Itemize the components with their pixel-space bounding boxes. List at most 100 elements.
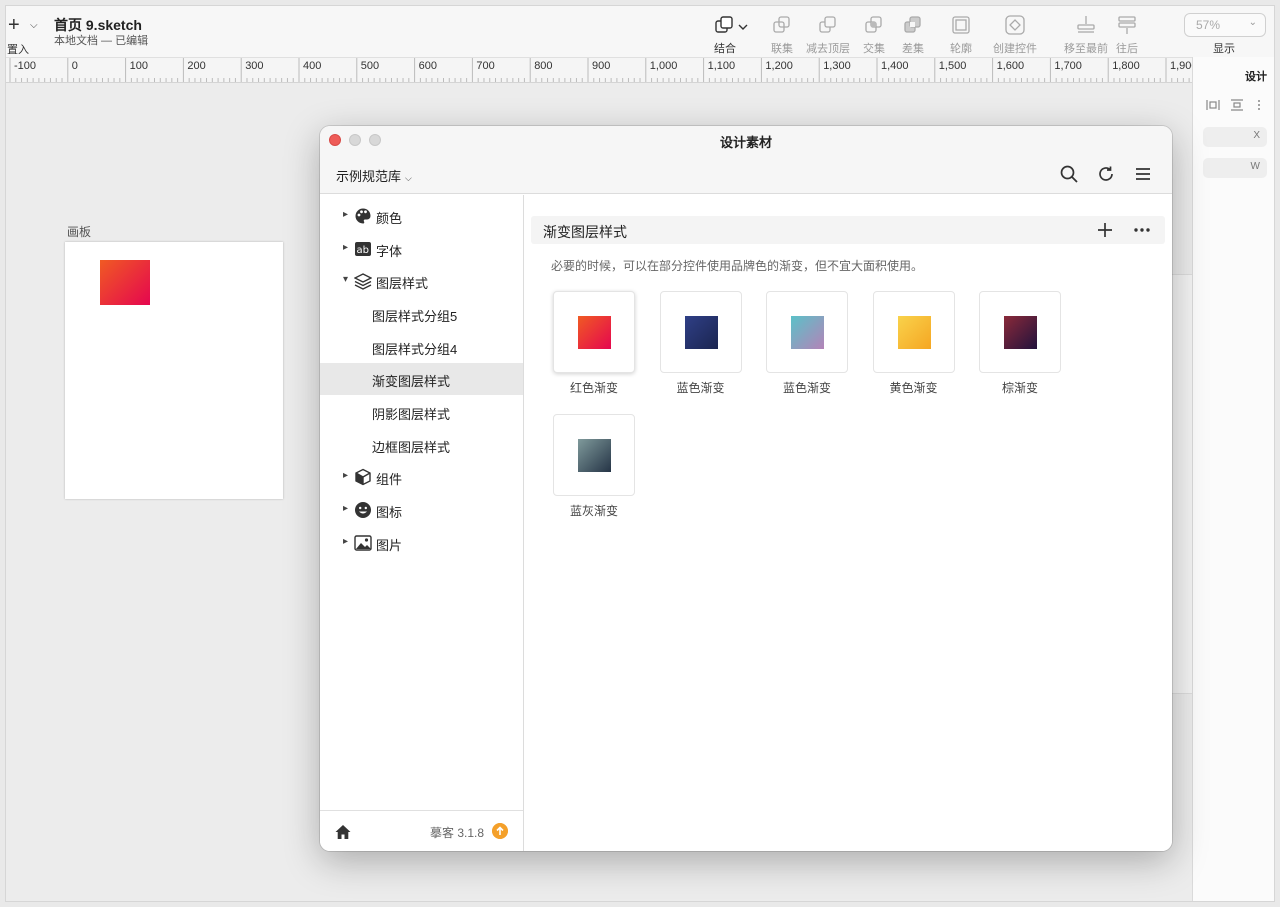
ruler-label: 300 [245, 60, 264, 72]
sidebar-item-layer-styles[interactable]: ▾ 图层样式 [320, 265, 523, 297]
sidebar-item-icons[interactable]: ▸ 图标 [320, 494, 523, 526]
sidebar-item-layer-group-4[interactable]: 图层样式分组4 [320, 331, 523, 363]
library-sidebar: ▸ 颜色 ▸ ab 字体 ▾ 图层样式 图层样式分组5 图层样式分组4 渐变图层… [320, 195, 524, 851]
swatch-label: 蓝灰渐变 [569, 504, 618, 518]
ruler-label: 500 [360, 60, 380, 72]
combine-icon [715, 16, 733, 33]
chevron-down-icon[interactable]: ▾ [343, 274, 348, 285]
swatch-thumbnail[interactable] [659, 291, 742, 373]
ruler-label: -100 [14, 60, 37, 72]
swatch-card[interactable]: 棕渐变 [979, 291, 1061, 401]
section-header: 渐变图层样式 [531, 216, 1165, 244]
refresh-icon[interactable] [1096, 164, 1116, 184]
gradient-swatch [578, 439, 611, 472]
x-field[interactable]: X [1203, 127, 1267, 147]
swatch-thumbnail[interactable] [872, 291, 955, 373]
insert-button[interactable]: + ⌵ 置入 [6, 14, 46, 56]
window-titlebar[interactable]: 设计素材 [320, 126, 1172, 154]
intersect-icon [865, 16, 882, 33]
show-label: 显示 [1213, 43, 1235, 55]
intersect-button[interactable]: 交集 [863, 14, 885, 56]
chevron-right-icon[interactable]: ▸ [343, 209, 348, 220]
bring-to-front-label: 移至最前 [1064, 43, 1108, 55]
bring-to-front-button[interactable]: 移至最前 [1064, 14, 1108, 56]
chevron-down-icon[interactable] [738, 23, 748, 31]
ruler-label: 600 [418, 60, 437, 72]
sidebar-item-label: 边框图层样式 [372, 440, 451, 455]
section-title: 渐变图层样式 [543, 224, 627, 240]
zoom-value: 57% [1196, 18, 1221, 32]
chevron-right-icon[interactable]: ▸ [343, 470, 348, 481]
swatch-card[interactable]: 红色渐变 [553, 291, 635, 401]
ruler-label: 1,700 [1054, 60, 1082, 72]
plus-icon: + [8, 14, 20, 36]
artboard-label[interactable]: 画板 [67, 223, 91, 240]
swatch-card[interactable]: 蓝灰渐变 [553, 414, 635, 524]
zoom-dropdown[interactable]: 57% ⌄ [1184, 13, 1266, 37]
w-label: W [1250, 161, 1260, 172]
ruler-label: 400 [303, 60, 322, 72]
combine-button[interactable]: 结合 [714, 14, 736, 56]
swatch-thumbnail[interactable] [553, 414, 635, 496]
add-icon[interactable] [1096, 221, 1114, 239]
smiley-icon [355, 502, 371, 518]
more-icon[interactable] [1133, 221, 1151, 239]
chevron-down-icon: ⌄ [1248, 17, 1257, 28]
main-toolbar: + ⌵ 置入 首页 9.sketch 本地文档 — 已编辑 结合 联集 减去顶层… [6, 6, 1274, 57]
outline-button[interactable]: 轮廓 [950, 14, 972, 56]
assets-content: 渐变图层样式 必要的时候，可以在部分控件使用品牌色的渐变，但不宜大面积使用。 红… [525, 195, 1172, 851]
bring-to-front-icon [1077, 16, 1095, 33]
difference-label: 差集 [902, 43, 924, 55]
chevron-right-icon[interactable]: ▸ [343, 536, 348, 547]
chevron-right-icon[interactable]: ▸ [343, 242, 348, 253]
swatch-card[interactable]: 蓝色渐变 [766, 291, 848, 401]
library-dropdown[interactable]: 示例规范库 ⌵ [336, 166, 412, 185]
union-icon [773, 16, 790, 33]
subtract-button[interactable]: 减去顶层 [806, 14, 850, 56]
design-assets-window: 设计素材 示例规范库⌵ ▸ 颜色 ▸ ab 字体 ▾ 图层样式 图层样式分组5 [320, 126, 1172, 851]
ruler-label: 1,400 [881, 60, 909, 72]
artboard[interactable] [65, 242, 283, 499]
swatch-card[interactable]: 蓝色渐变 [659, 291, 742, 401]
update-icon[interactable] [492, 823, 508, 839]
sidebar-item-label: 图层样式分组5 [372, 309, 458, 324]
ruler-label: 1,500 [938, 60, 967, 72]
union-label: 联集 [771, 43, 793, 55]
sidebar-item-label: 阴影图层样式 [372, 407, 451, 422]
sidebar-footer: 摹客 3.1.8 [320, 810, 523, 851]
sidebar-item-images[interactable]: ▸ 图片 [320, 527, 523, 559]
sidebar-item-colors[interactable]: ▸ 颜色 [320, 200, 523, 232]
horizontal-ruler[interactable]: -100 0 100 200 300 400 500 600 700 800 900 1,000 1,1… [6, 57, 1192, 83]
sidebar-item-shadow-styles[interactable]: 阴影图层样式 [320, 396, 523, 428]
create-component-button[interactable]: 创建控件 [993, 14, 1037, 56]
send-backward-button[interactable]: 往后 [1116, 14, 1138, 56]
sidebar-item-components[interactable]: ▸ 组件 [320, 461, 523, 493]
search-icon[interactable] [1059, 164, 1079, 184]
sidebar-item-label: 颜色 [376, 211, 403, 226]
swatch-thumbnail[interactable] [979, 291, 1061, 373]
sidebar-item-label: 图层样式分组4 [372, 342, 458, 357]
layers-icon [354, 273, 372, 290]
gradient-rectangle[interactable] [100, 260, 150, 305]
w-field[interactable]: W [1203, 158, 1267, 178]
swatch-thumbnail[interactable] [766, 291, 848, 373]
align-icon[interactable] [1205, 97, 1265, 113]
home-icon[interactable] [334, 823, 352, 841]
sidebar-item-fonts[interactable]: ▸ ab 字体 [320, 233, 523, 265]
sidebar-item-layer-group-5[interactable]: 图层样式分组5 [320, 298, 523, 330]
tab-design[interactable]: 设计 [1245, 68, 1267, 84]
menu-icon[interactable] [1133, 164, 1153, 184]
sidebar-item-border-styles[interactable]: 边框图层样式 [320, 429, 523, 461]
chevron-right-icon[interactable]: ▸ [343, 503, 348, 514]
ruler-label: 1,000 [649, 60, 678, 72]
union-button[interactable]: 联集 [771, 14, 793, 56]
swatch-card[interactable]: 黄色渐变 [872, 291, 955, 401]
swatch-label: 红色渐变 [569, 381, 618, 395]
swatch-thumbnail[interactable] [553, 291, 635, 373]
sidebar-item-gradient-styles[interactable]: 渐变图层样式 [320, 363, 523, 395]
swatch-label: 蓝色渐变 [676, 381, 725, 395]
difference-button[interactable]: 差集 [902, 14, 924, 56]
swatch-label: 黄色渐变 [889, 381, 938, 395]
ruler-label: 1,200 [765, 60, 793, 72]
subtract-icon [819, 16, 836, 33]
